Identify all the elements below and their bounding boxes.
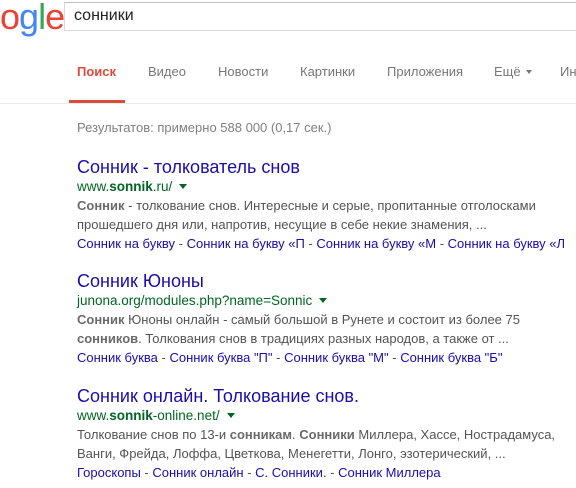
tab-more[interactable]: Ещё — [494, 64, 532, 79]
sitelink[interactable]: Сонник буква — [77, 350, 158, 365]
chevron-down-icon — [525, 69, 532, 74]
tab-images[interactable]: Картинки — [300, 64, 355, 79]
result-url: www.sonnik.ru/ — [77, 178, 576, 196]
snippet-line: прошедшего дня или, напротив, несущие в … — [77, 217, 487, 232]
search-result: Сонник - толкователь снов www.sonnik.ru/… — [77, 156, 576, 253]
result-snippet: Толкование снов по 13-и сонникам. Сонник… — [77, 425, 576, 463]
tab-apps[interactable]: Приложения — [387, 64, 463, 79]
sitelink[interactable]: С. Сонники. — [255, 465, 326, 480]
sitelink[interactable]: Сонник буква "М" — [284, 350, 389, 365]
url-dropdown-arrow-icon[interactable] — [226, 412, 235, 418]
sitelink[interactable]: Сонник на букву «Л — [448, 236, 565, 251]
search-tabs: Поиск Видео Новости Картинки Приложения … — [0, 52, 576, 104]
google-logo[interactable]: ogle — [0, 0, 65, 38]
result-url-post: .ru/ — [152, 179, 173, 194]
search-box[interactable] — [64, 2, 576, 31]
snippet-bold: сонникам — [229, 427, 292, 442]
logo-letter-e: e — [45, 0, 65, 37]
result-url-text: junona.org/modules.php?name=Sonnic — [77, 293, 313, 308]
snippet-text: - толкование снов. Интересные и серые, п… — [124, 198, 536, 213]
sitelink-separator: - — [140, 465, 153, 480]
sitelink-separator: - — [272, 350, 285, 365]
snippet-line: Ванги, Фрейда, Лоффа, Цветкова, Менегетт… — [77, 446, 506, 461]
snippet-text: Миллера, Хассе, Нострадамуса, — [354, 427, 556, 442]
snippet-text: Толкование снов по 13-и — [77, 427, 230, 442]
result-title-link[interactable]: Сонник - толкователь снов — [77, 156, 576, 178]
search-result: Сонник Юноны junona.org/modules.php?name… — [77, 270, 576, 367]
sitelink-separator: - — [175, 236, 187, 251]
snippet-text: Юноны онлайн - самый большой в Рунете и … — [124, 312, 520, 327]
search-input[interactable] — [74, 7, 554, 25]
search-result: Сонник онлайн. Толкование снов. www.sonn… — [77, 385, 576, 482]
result-stats: Результатов: примерно 588 000 (0,17 сек.… — [77, 120, 332, 135]
result-url-post: -online.net/ — [152, 408, 220, 423]
sitelinks: Сонник на букву - Сонник на букву «П - С… — [77, 234, 576, 253]
sitelink-separator: - — [436, 236, 448, 251]
sitelink[interactable]: Сонник буква "П" — [169, 350, 272, 365]
active-tab-indicator — [69, 100, 125, 103]
sitelink-separator: - — [243, 465, 256, 480]
tab-news[interactable]: Новости — [218, 64, 268, 79]
sitelink[interactable]: Гороскопы — [77, 465, 141, 480]
result-url-pre: www. — [77, 179, 110, 194]
sitelinks: Сонник буква - Сонник буква "П" - Сонник… — [77, 348, 576, 367]
sitelink[interactable]: Сонник онлайн — [152, 465, 243, 480]
snippet-bold: Сонник — [77, 198, 125, 213]
sitelink-separator: - — [157, 350, 170, 365]
sitelink[interactable]: Сонник на букву «П — [187, 236, 305, 251]
sitelink[interactable]: Сонник на букву «М — [316, 236, 436, 251]
url-dropdown-arrow-icon[interactable] — [319, 297, 328, 303]
tab-search[interactable]: Поиск — [77, 64, 116, 79]
sitelink-separator: - — [304, 236, 317, 251]
snippet-bold: сонников — [77, 331, 139, 346]
tab-tools[interactable]: Ин — [560, 64, 576, 79]
logo-letter-g: g — [19, 0, 39, 37]
result-title-link[interactable]: Сонник онлайн. Толкование снов. — [77, 385, 576, 407]
header: ogle — [0, 0, 576, 52]
result-snippet: Сонник Юноны онлайн - самый большой в Ру… — [77, 310, 576, 348]
logo-letter-o: o — [0, 0, 20, 37]
url-dropdown-arrow-icon[interactable] — [179, 183, 188, 189]
sitelink[interactable]: Сонник на букву — [77, 236, 175, 251]
sitelink-separator: - — [326, 465, 339, 480]
result-url-bold: sonnik — [109, 408, 153, 423]
sitelink[interactable]: Сонник буква "Б" — [400, 350, 502, 365]
result-url: junona.org/modules.php?name=Sonnic — [77, 292, 576, 310]
logo-letter-l: l — [38, 0, 46, 37]
sitelink-separator: - — [388, 350, 401, 365]
result-url-pre: www. — [77, 408, 110, 423]
result-title-link[interactable]: Сонник Юноны — [77, 270, 576, 292]
sitelink[interactable]: Сонник Миллера — [338, 465, 441, 480]
snippet-text: . Толкования снов в традициях разных нар… — [138, 331, 509, 346]
sitelinks: Гороскопы - Сонник онлайн - С. Сонники. … — [77, 463, 576, 482]
tab-more-label: Ещё — [494, 64, 521, 79]
result-url: www.sonnik-online.net/ — [77, 407, 576, 425]
result-url-bold: sonnik — [109, 179, 153, 194]
result-snippet: Сонник - толкование снов. Интересные и с… — [77, 196, 576, 234]
snippet-bold: Сонники — [299, 427, 355, 442]
snippet-bold: Сонник — [77, 312, 125, 327]
tab-video[interactable]: Видео — [148, 64, 186, 79]
